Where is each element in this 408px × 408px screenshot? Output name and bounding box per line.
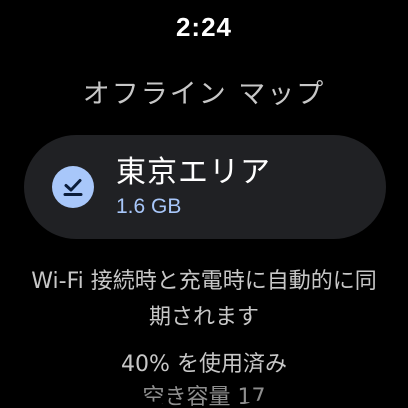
area-name: 東京エリア [116,155,271,190]
storage-used-text: 40% を使用済み [121,352,287,377]
watch-screen: 2:24 オフライン マップ 東京エリア 1.6 GB Wi-Fi 接続時と充電… [0,0,408,408]
area-size: 1.6 GB [116,195,182,218]
sync-description: Wi-Fi 接続時と充電時に自動的に同期されます [31,269,377,330]
offline-area-chip[interactable]: 東京エリア 1.6 GB [24,135,386,239]
status-clock: 2:24 [175,12,233,42]
download-done-icon [52,166,94,208]
storage-free-text: 空き容量 17 [142,385,266,408]
page-title: オフライン マップ [82,79,326,110]
check-download-glyph [63,179,83,196]
